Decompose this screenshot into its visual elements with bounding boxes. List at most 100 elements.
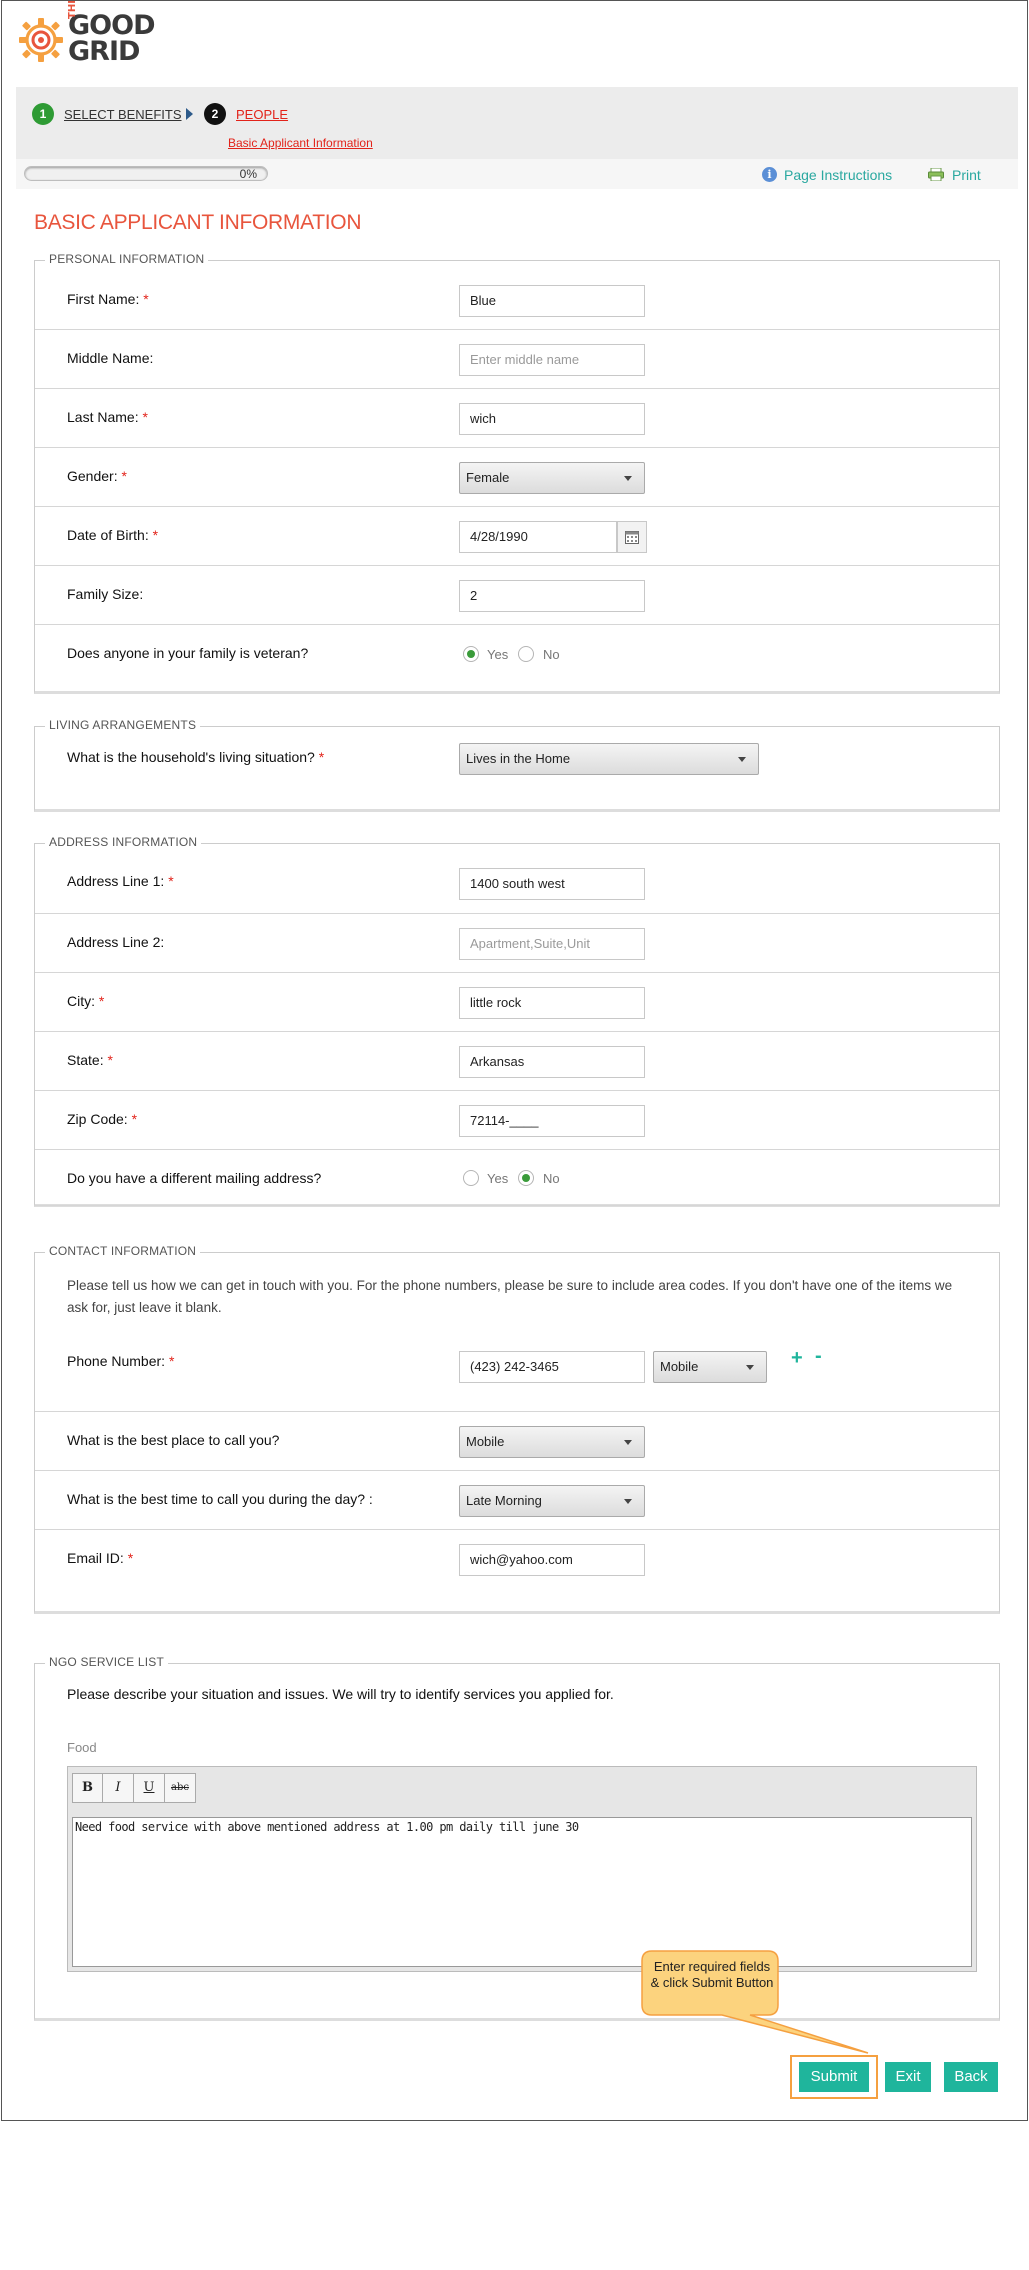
veteran-no-radio[interactable]: [518, 646, 534, 662]
brand-grid: GRID: [68, 36, 140, 67]
step-people-link[interactable]: PEOPLE: [236, 107, 288, 122]
section-legend: NGO SERVICE LIST: [45, 1655, 169, 1669]
italic-button[interactable]: I: [103, 1773, 134, 1803]
city-label-text: City:: [67, 993, 95, 1009]
chevron-down-icon: [746, 1365, 754, 1370]
phone-number-input[interactable]: (423) 242-3465: [459, 1351, 645, 1383]
best-place-row: What is the best place to call you? Mobi…: [35, 1412, 999, 1471]
bold-button[interactable]: B: [72, 1773, 103, 1803]
mailing-no-label: No: [543, 1171, 560, 1186]
submit-button[interactable]: Submit: [799, 2062, 869, 2092]
best-time-select[interactable]: Late Morning: [459, 1485, 645, 1517]
first-name-input[interactable]: Blue: [459, 285, 645, 317]
city-input[interactable]: little rock: [459, 987, 645, 1019]
living-situation-select[interactable]: Lives in the Home: [459, 743, 759, 775]
veteran-row: Does anyone in your family is veteran? Y…: [35, 625, 999, 691]
calendar-button[interactable]: [617, 521, 647, 553]
required-marker: *: [121, 468, 127, 484]
living-situation-label-text: What is the household's living situation…: [67, 749, 315, 765]
print-link[interactable]: Print: [952, 167, 981, 183]
progress-text: 0%: [239, 167, 257, 181]
brand-the: THE: [67, 0, 78, 19]
best-place-value: Mobile: [466, 1434, 505, 1449]
sub-step-basic-applicant-link[interactable]: Basic Applicant Information: [228, 136, 373, 150]
family-size-input[interactable]: 2: [459, 580, 645, 612]
chevron-down-icon: [624, 1499, 632, 1504]
dob-input[interactable]: 4/28/1990: [459, 521, 617, 553]
strikethrough-button[interactable]: abc: [165, 1773, 196, 1803]
gender-select[interactable]: Female: [459, 462, 645, 494]
state-row: State: * Arkansas: [35, 1032, 999, 1091]
service-food-label: Food: [67, 1740, 97, 1755]
step-2-number: 2: [204, 103, 226, 125]
state-input[interactable]: Arkansas: [459, 1046, 645, 1078]
remove-phone-button[interactable]: -: [815, 1345, 822, 1368]
email-label: Email ID: *: [67, 1550, 133, 1566]
required-marker: *: [168, 873, 174, 889]
first-name-row: First Name: * Blue: [35, 271, 999, 330]
state-label-text: State:: [67, 1052, 104, 1068]
phone-type-select[interactable]: Mobile: [653, 1351, 767, 1383]
veteran-yes-label: Yes: [487, 647, 509, 662]
middle-name-input[interactable]: Enter middle name: [459, 344, 645, 376]
veteran-yes-radio[interactable]: [463, 646, 479, 662]
back-button[interactable]: Back: [944, 2062, 998, 2092]
contact-intro-text: Please tell us how we can get in touch w…: [67, 1278, 953, 1315]
mailing-no-radio[interactable]: [518, 1170, 534, 1186]
city-label: City: *: [67, 993, 104, 1009]
rich-text-editor: B I U abc Need food service with above m…: [67, 1766, 977, 1972]
living-arrangements-section: LIVING ARRANGEMENTS What is the househol…: [34, 718, 1000, 812]
address-line-2-input[interactable]: Apartment,Suite,Unit: [459, 928, 645, 960]
zip-code-input[interactable]: 72114-____: [459, 1105, 645, 1137]
last-name-label-text: Last Name:: [67, 409, 139, 425]
last-name-input[interactable]: wich: [459, 403, 645, 435]
add-phone-button[interactable]: +: [791, 1347, 803, 1370]
address-line-2-row: Address Line 2: Apartment,Suite,Unit: [35, 914, 999, 973]
first-name-label-text: First Name:: [67, 291, 140, 307]
calendar-icon: [625, 531, 639, 544]
step-select-benefits-link[interactable]: SELECT BENEFITS: [64, 107, 182, 122]
best-time-value: Late Morning: [466, 1493, 542, 1508]
family-size-row: Family Size: 2: [35, 566, 999, 625]
address-line-1-input[interactable]: 1400 south west: [459, 868, 645, 900]
required-marker: *: [152, 527, 159, 543]
address-line-1-label: Address Line 1: *: [67, 873, 174, 889]
required-marker: *: [318, 749, 325, 765]
mailing-yes-radio[interactable]: [463, 1170, 479, 1186]
chevron-down-icon: [738, 757, 746, 762]
progress-toolbar: 0% i Page Instructions Print: [16, 159, 1018, 189]
gear-logo-icon: [19, 18, 63, 62]
phone-number-label-text: Phone Number:: [67, 1353, 166, 1369]
mailing-address-row: Do you have a different mailing address?…: [35, 1150, 999, 1206]
editor-toolbar: B I U abc: [72, 1773, 196, 1803]
first-name-label: First Name: *: [67, 291, 149, 307]
date-of-birth-row: Date of Birth: * 4/28/1990: [35, 507, 999, 566]
chevron-down-icon: [624, 476, 632, 481]
best-place-label: What is the best place to call you?: [67, 1432, 280, 1448]
section-legend: CONTACT INFORMATION: [45, 1244, 201, 1258]
best-place-select[interactable]: Mobile: [459, 1426, 645, 1458]
print-icon[interactable]: [928, 168, 944, 181]
best-time-label: What is the best time to call you during…: [67, 1491, 373, 1507]
editor-textarea[interactable]: Need food service with above mentioned a…: [72, 1817, 972, 1967]
dob-label-text: Date of Birth:: [67, 527, 149, 543]
email-label-text: Email ID:: [67, 1550, 124, 1566]
underline-button[interactable]: U: [134, 1773, 165, 1803]
middle-name-row: Middle Name: Enter middle name: [35, 330, 999, 389]
city-row: City: * little rock: [35, 973, 999, 1032]
form-window: THE GOOD GRID 1 SELECT BENEFITS 2 PEOPLE…: [1, 0, 1028, 2121]
progress-bar: 0%: [24, 166, 268, 181]
state-label: State: *: [67, 1052, 113, 1068]
exit-button[interactable]: Exit: [885, 2062, 931, 2092]
page-instructions-link[interactable]: Page Instructions: [784, 167, 892, 183]
veteran-label: Does anyone in your family is veteran?: [67, 645, 309, 661]
section-legend: PERSONAL INFORMATION: [45, 252, 209, 266]
brand-wordmark: THE GOOD GRID: [67, 1, 155, 67]
required-marker: *: [143, 291, 149, 307]
info-icon[interactable]: i: [762, 167, 777, 182]
address-information-section: ADDRESS INFORMATION Address Line 1: * 14…: [34, 835, 1000, 1207]
required-marker: *: [127, 1550, 134, 1566]
address-line-1-label-text: Address Line 1:: [67, 873, 165, 889]
email-input[interactable]: wich@yahoo.com: [459, 1544, 645, 1576]
required-marker: *: [168, 1353, 175, 1369]
